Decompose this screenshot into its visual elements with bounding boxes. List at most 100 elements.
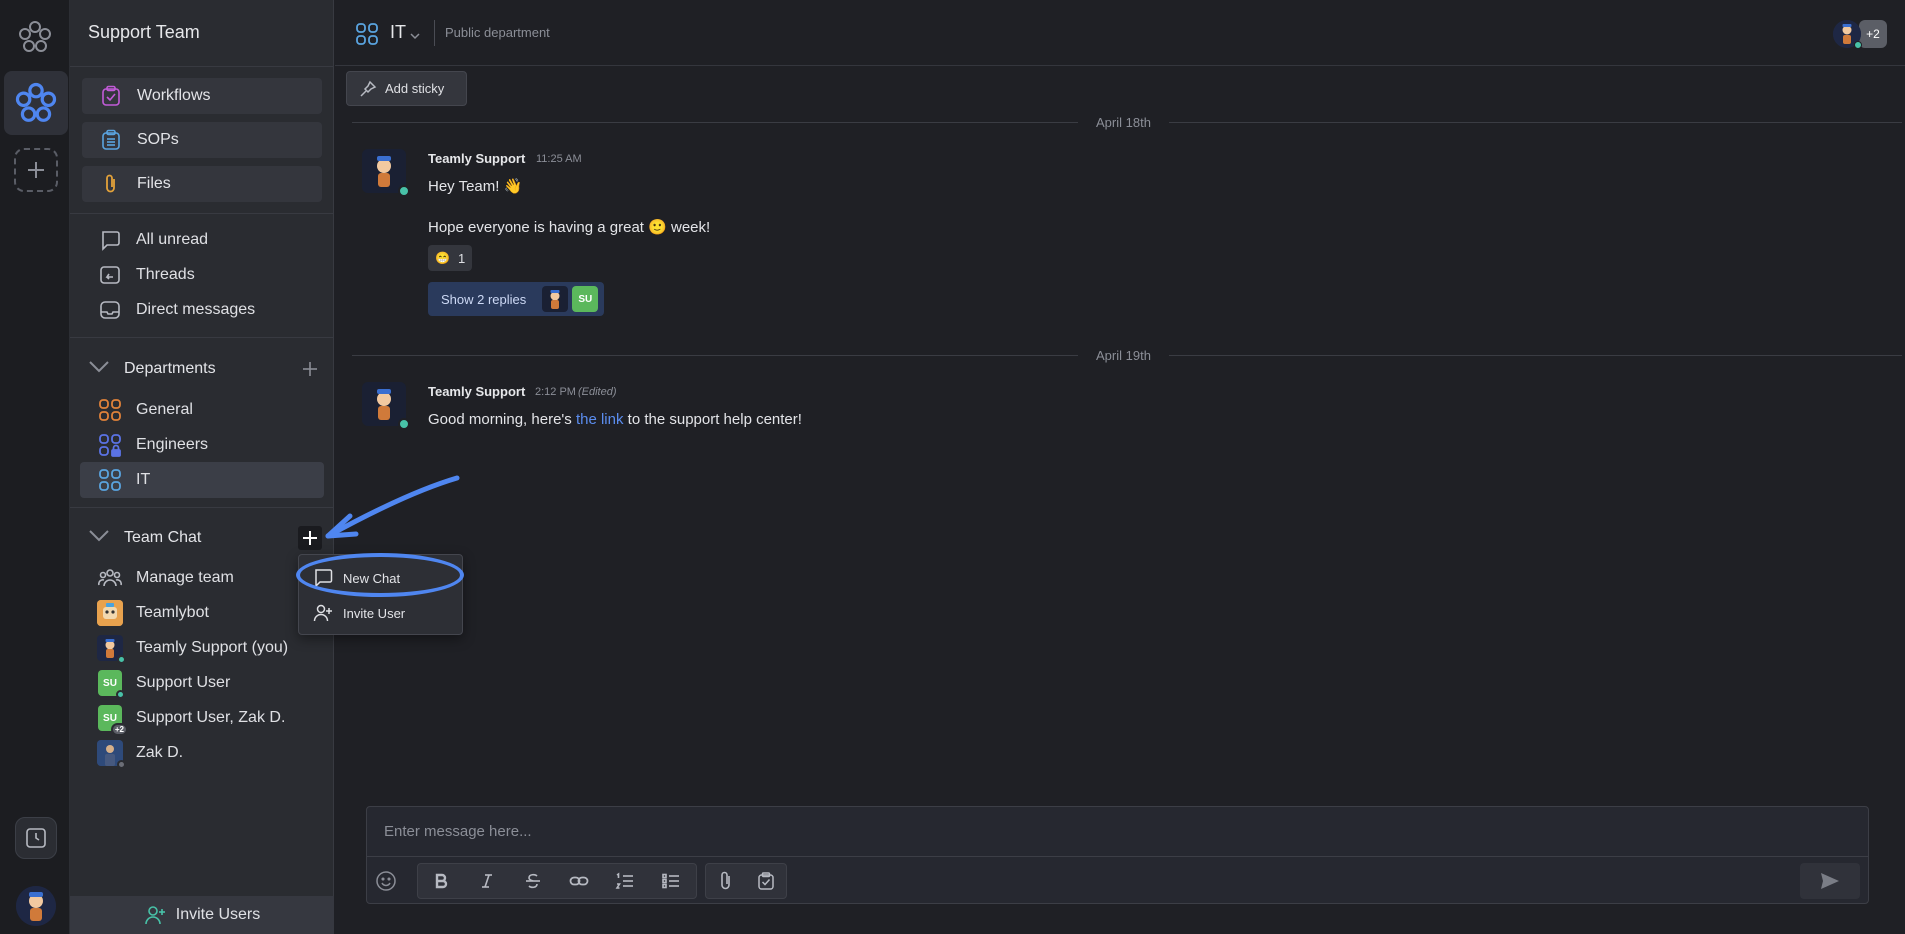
sops-label: SOPs [137,131,179,148]
workflows-button[interactable]: Workflows [82,78,322,114]
add-department-button[interactable] [298,357,322,381]
annotation-highlight-ring [296,553,464,597]
chat-teamlybot[interactable]: Teamlybot [97,599,209,627]
attach-workflow-button[interactable] [746,864,786,898]
emoji-button[interactable] [375,863,405,899]
add-sticky-button[interactable]: Add sticky [346,71,467,106]
message-author[interactable]: Teamly Support [428,384,525,399]
add-chat-button[interactable] [298,526,322,550]
sops-button[interactable]: SOPs [82,122,322,158]
paperclip-icon [99,172,123,196]
sticky-toolbar: Add sticky [335,67,1905,111]
avatar-initials: SU [103,712,117,724]
member-count-badge: +2 [110,723,128,736]
department-engineers[interactable]: Engineers [98,431,208,459]
annotation-arrow-icon [325,475,460,539]
sidebar: Support Team Workflows SOPs Files All un… [70,0,334,934]
chat-avatar-slot [97,740,126,769]
history-button[interactable] [15,817,57,859]
chevron-down-icon[interactable] [410,27,420,45]
workflow-icon [99,84,123,108]
nav-threads[interactable]: Threads [98,261,195,289]
chat-label: Manage team [136,569,234,586]
send-button[interactable] [1800,863,1860,899]
inbox-icon [98,298,122,322]
chat-label: Support User, Zak D. [136,709,286,726]
team-chat-section-header[interactable]: Team Chat [82,524,322,552]
clock-icon [26,828,46,848]
show-replies-button[interactable]: Show 2 replies SU [428,282,604,316]
add-user-icon [313,604,332,622]
add-workspace-button[interactable] [14,148,58,192]
department-icon [355,22,379,51]
message-avatar[interactable] [362,149,410,197]
date-label: April 18th [1078,115,1169,130]
department-icon [98,468,122,492]
department-it[interactable]: IT [98,466,150,494]
help-center-link[interactable]: the link [576,411,624,428]
chevron-down-icon [88,529,112,548]
italic-button[interactable] [464,864,510,898]
avatar: SU +2 [98,705,128,736]
chat-avatar-slot: SU +2 [98,705,128,736]
chat-avatar-slot: SU [98,670,125,699]
chat-manage-team[interactable]: Manage team [98,564,234,592]
user-avatar[interactable] [16,886,56,926]
chat-support-user-zak[interactable]: SU +2 Support User, Zak D. [98,704,286,736]
attachment-toolbar [705,863,787,899]
departments-label: Departments [124,360,216,377]
invite-user-menu-item[interactable]: Invite User [313,599,405,627]
chat-support-user[interactable]: SU Support User [98,669,230,699]
support-mascot-icon [16,886,56,926]
channel-header: IT Public department +2 [335,0,1905,66]
channel-description: Public department [445,25,550,40]
message-avatar[interactable] [362,382,410,430]
departments-section-header[interactable]: Departments [82,355,322,383]
sop-icon [99,128,123,152]
bulleted-list-button[interactable] [648,864,694,898]
support-avatar [97,635,126,664]
nav-label: All unread [136,231,209,248]
numbered-list-button[interactable] [602,864,648,898]
app-logo-icon[interactable] [18,20,52,54]
team-chat-label: Team Chat [124,529,202,546]
nav-label: Direct messages [136,301,256,318]
reaction-chip[interactable]: 😁 1 [428,245,472,271]
avatar-initials: SU [103,677,117,689]
department-label: General [136,401,193,418]
chat-avatar-slot [97,600,123,626]
message-text: Hope everyone is having a great 🙂 week! [428,219,711,236]
bold-button[interactable] [418,864,464,898]
extra-members-count: +2 [1859,20,1887,48]
attach-file-button[interactable] [706,864,746,898]
nav-label: Threads [136,266,195,283]
online-status-icon [117,655,126,664]
nav-direct-messages[interactable]: Direct messages [98,296,255,324]
workspace-support-team[interactable] [4,71,68,135]
chat-teamly-support[interactable]: Teamly Support (you) [97,634,288,664]
link-icon [569,876,589,886]
message-input[interactable]: Enter message here... [384,823,532,840]
divider [70,213,334,214]
link-button[interactable] [556,864,602,898]
avatar: SU [98,670,125,699]
message-author[interactable]: Teamly Support [428,151,525,166]
reply-avatar [542,286,569,312]
channel-members[interactable]: +2 [1833,20,1887,49]
replies-label: Show 2 replies [441,291,527,307]
plus-icon [303,362,317,376]
chat-zak[interactable]: Zak D. [97,739,183,769]
department-label: IT [136,471,151,488]
department-general[interactable]: General [98,396,193,424]
offline-status-icon [117,760,126,769]
nav-all-unread[interactable]: All unread [98,226,208,254]
invite-users-label: Invite Users [175,906,261,923]
message-time: 2:12 PM [535,386,576,398]
strikethrough-button[interactable] [510,864,556,898]
bold-icon [435,873,448,889]
channel-name[interactable]: IT [390,22,406,43]
chat-label: Teamlybot [136,604,209,621]
files-button[interactable]: Files [82,166,322,202]
divider [367,856,1868,857]
invite-users-button[interactable]: Invite Users [70,896,334,934]
